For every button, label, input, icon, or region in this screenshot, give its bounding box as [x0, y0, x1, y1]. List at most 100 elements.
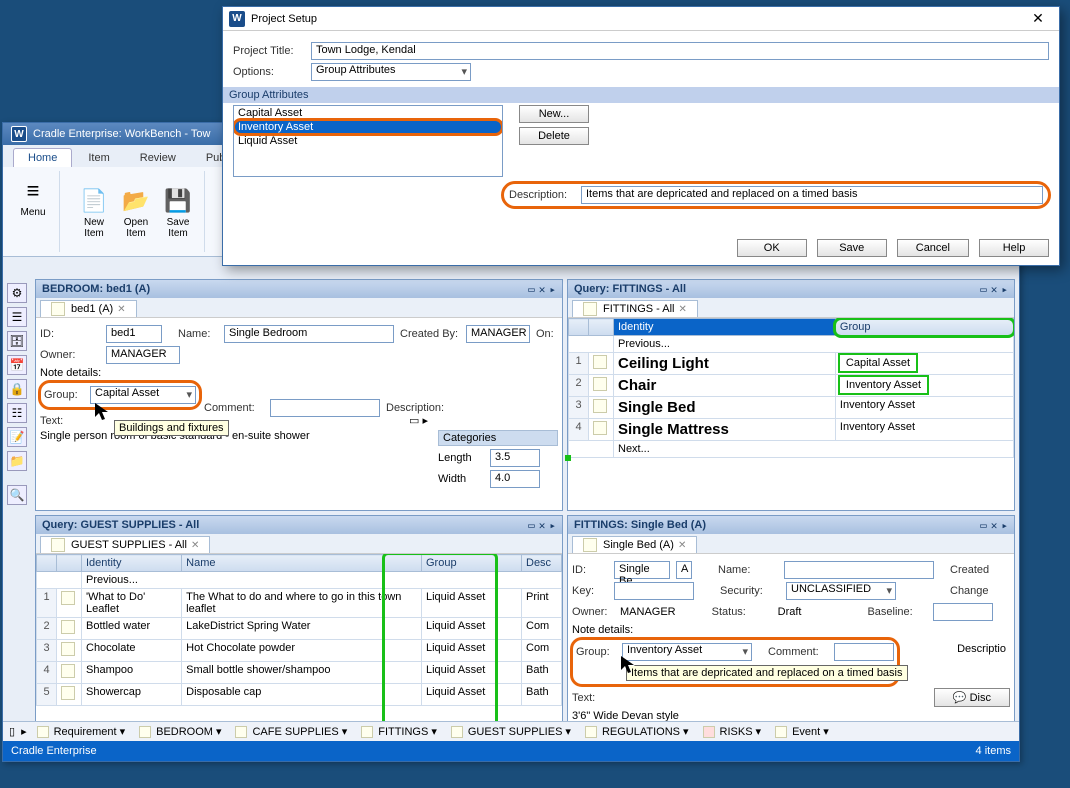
comment-field[interactable] [270, 399, 380, 417]
nav-guest[interactable]: GUEST SUPPLIES ▾ [447, 725, 575, 738]
table-row[interactable]: 3ChocolateHot Chocolate powderLiquid Ass… [37, 640, 562, 662]
width-field[interactable]: 4.0 [490, 470, 540, 488]
save-button[interactable]: Save [817, 239, 887, 257]
nav-left-icon[interactable]: ▯ [9, 725, 15, 738]
nav-risks[interactable]: RISKS ▾ [699, 725, 766, 738]
document-icon [593, 377, 607, 391]
new-button[interactable]: New... [519, 105, 589, 123]
prev-link[interactable]: Previous... [614, 336, 1014, 353]
tab-close-icon[interactable]: ✕ [191, 540, 199, 551]
col-identity[interactable]: Identity [614, 319, 836, 336]
list-item-selected[interactable]: Inventory Asset [234, 120, 502, 134]
db-icon[interactable]: 🗄 [7, 331, 27, 351]
panel-min-icon[interactable]: ▭ [980, 283, 987, 296]
search-icon[interactable]: 🔍 [7, 485, 27, 505]
comment-field[interactable] [834, 643, 894, 661]
disc-button[interactable]: 💬 Disc [934, 688, 1010, 707]
project-title-label: Project Title: [233, 45, 305, 57]
table-row[interactable]: 2ChairInventory Asset [569, 375, 1014, 397]
calendar-icon[interactable]: 📅 [7, 355, 27, 375]
bedroom-tab[interactable]: bed1 (A)✕ [40, 300, 137, 317]
list-icon[interactable]: ☰ [7, 307, 27, 327]
nav-bedroom[interactable]: BEDROOM ▾ [135, 725, 225, 738]
description-field[interactable]: Items that are depricated and replaced o… [581, 186, 1043, 204]
table-row[interactable]: 3Single BedInventory Asset [569, 397, 1014, 419]
panel-min-icon[interactable]: ▭ [528, 283, 535, 296]
tab-close-icon[interactable]: ✕ [117, 304, 125, 315]
panel-pin-icon[interactable]: ▸ [1001, 519, 1008, 532]
table-row[interactable]: 2Bottled waterLakeDistrict Spring WaterL… [37, 618, 562, 640]
col-group[interactable]: Group [422, 555, 522, 572]
nav-requirement[interactable]: Requirement ▾ [33, 725, 130, 738]
security-select[interactable]: UNCLASSIFIED [786, 582, 896, 600]
fittings-tab[interactable]: FITTINGS - All✕ [572, 300, 698, 317]
group-select[interactable]: Capital Asset [90, 386, 196, 404]
panel-pin-icon[interactable]: ▸ [1001, 283, 1008, 296]
attributes-list[interactable]: Capital Asset Inventory Asset Liquid Ass… [233, 105, 503, 177]
nav-regulations[interactable]: REGULATIONS ▾ [581, 725, 693, 738]
table-row[interactable]: 4Single MattressInventory Asset [569, 419, 1014, 441]
ribbon-tab-home[interactable]: Home [13, 148, 72, 167]
tree-icon[interactable]: ☷ [7, 403, 27, 423]
lock-icon[interactable]: 🔒 [7, 379, 27, 399]
nav-fittings[interactable]: FITTINGS ▾ [357, 725, 441, 738]
id-field[interactable]: Single Be [614, 561, 670, 579]
open-item-button[interactable]: 📂Open Item [116, 183, 156, 241]
singlebed-tab[interactable]: Single Bed (A)✕ [572, 536, 697, 553]
menu-button[interactable]: ≡Menu [13, 173, 53, 220]
list-item[interactable]: Liquid Asset [234, 134, 502, 148]
tab-close-icon[interactable]: ✕ [679, 304, 687, 315]
new-item-button[interactable]: 📄New Item [74, 183, 114, 241]
ok-button[interactable]: OK [737, 239, 807, 257]
id-field[interactable]: bed1 [106, 325, 162, 343]
nav-cafe[interactable]: CAFE SUPPLIES ▾ [231, 725, 351, 738]
project-title-field[interactable]: Town Lodge, Kendal [311, 42, 1049, 60]
list-item[interactable]: Capital Asset [234, 106, 502, 120]
col-identity[interactable]: Identity [82, 555, 182, 572]
group-select[interactable]: Inventory Asset [622, 643, 752, 661]
prev-link[interactable]: Previous... [82, 572, 562, 589]
cancel-button[interactable]: Cancel [897, 239, 969, 257]
help-button[interactable]: Help [979, 239, 1049, 257]
panel-min-icon[interactable]: ▭ [528, 519, 535, 532]
table-row[interactable]: 1'What to Do' LeafletThe What to do and … [37, 589, 562, 618]
table-row[interactable]: 5ShowercapDisposable capLiquid AssetBath [37, 684, 562, 706]
owner-field[interactable]: MANAGER [106, 346, 180, 364]
delete-button[interactable]: Delete [519, 127, 589, 145]
table-row[interactable]: 1Ceiling LightCapital Asset [569, 353, 1014, 375]
dialog-close-icon[interactable]: ✕ [1023, 10, 1053, 27]
save-item-button[interactable]: 💾Save Item [158, 183, 198, 241]
ribbon-tab-review[interactable]: Review [126, 149, 190, 167]
note-icon[interactable]: 📝 [7, 427, 27, 447]
next-link[interactable]: Next... [614, 441, 1014, 458]
options-select[interactable]: Group Attributes [311, 63, 471, 81]
nav-event[interactable]: Event ▾ [771, 725, 833, 738]
panel-pin-icon[interactable]: ▸ [549, 283, 556, 296]
baseline-field[interactable] [933, 603, 993, 621]
col-desc[interactable]: Desc [522, 555, 562, 572]
name-field[interactable] [784, 561, 934, 579]
panel-close-icon[interactable]: ✕ [539, 283, 546, 296]
guest-tab[interactable]: GUEST SUPPLIES - All✕ [40, 536, 210, 553]
createdby-field[interactable]: MANAGER [466, 325, 530, 343]
description-label: Descriptio [957, 643, 1006, 655]
panel-close-icon[interactable]: ✕ [991, 283, 998, 296]
tab-close-icon[interactable]: ✕ [678, 540, 686, 551]
col-group[interactable]: Group [835, 319, 1013, 336]
length-field[interactable]: 3.5 [490, 449, 540, 467]
panel-min-icon[interactable]: ▭ [980, 519, 987, 532]
name-field[interactable]: Single Bedroom [224, 325, 394, 343]
nav-right-icon[interactable]: ▸ [21, 725, 27, 738]
text-label: Text: [40, 415, 70, 427]
panel-close-icon[interactable]: ✕ [539, 519, 546, 532]
fittings-panel-title: Query: FITTINGS - All [574, 283, 686, 295]
col-name[interactable]: Name [182, 555, 422, 572]
gear-icon[interactable]: ⚙ [7, 283, 27, 303]
panel-close-icon[interactable]: ✕ [991, 519, 998, 532]
ribbon-tab-item[interactable]: Item [74, 149, 123, 167]
folder-icon[interactable]: 📁 [7, 451, 27, 471]
panel-pin-icon[interactable]: ▸ [549, 519, 556, 532]
table-row[interactable]: 4ShampooSmall bottle shower/shampooLiqui… [37, 662, 562, 684]
key-field[interactable] [614, 582, 694, 600]
id-suffix-field[interactable]: A [676, 561, 692, 579]
